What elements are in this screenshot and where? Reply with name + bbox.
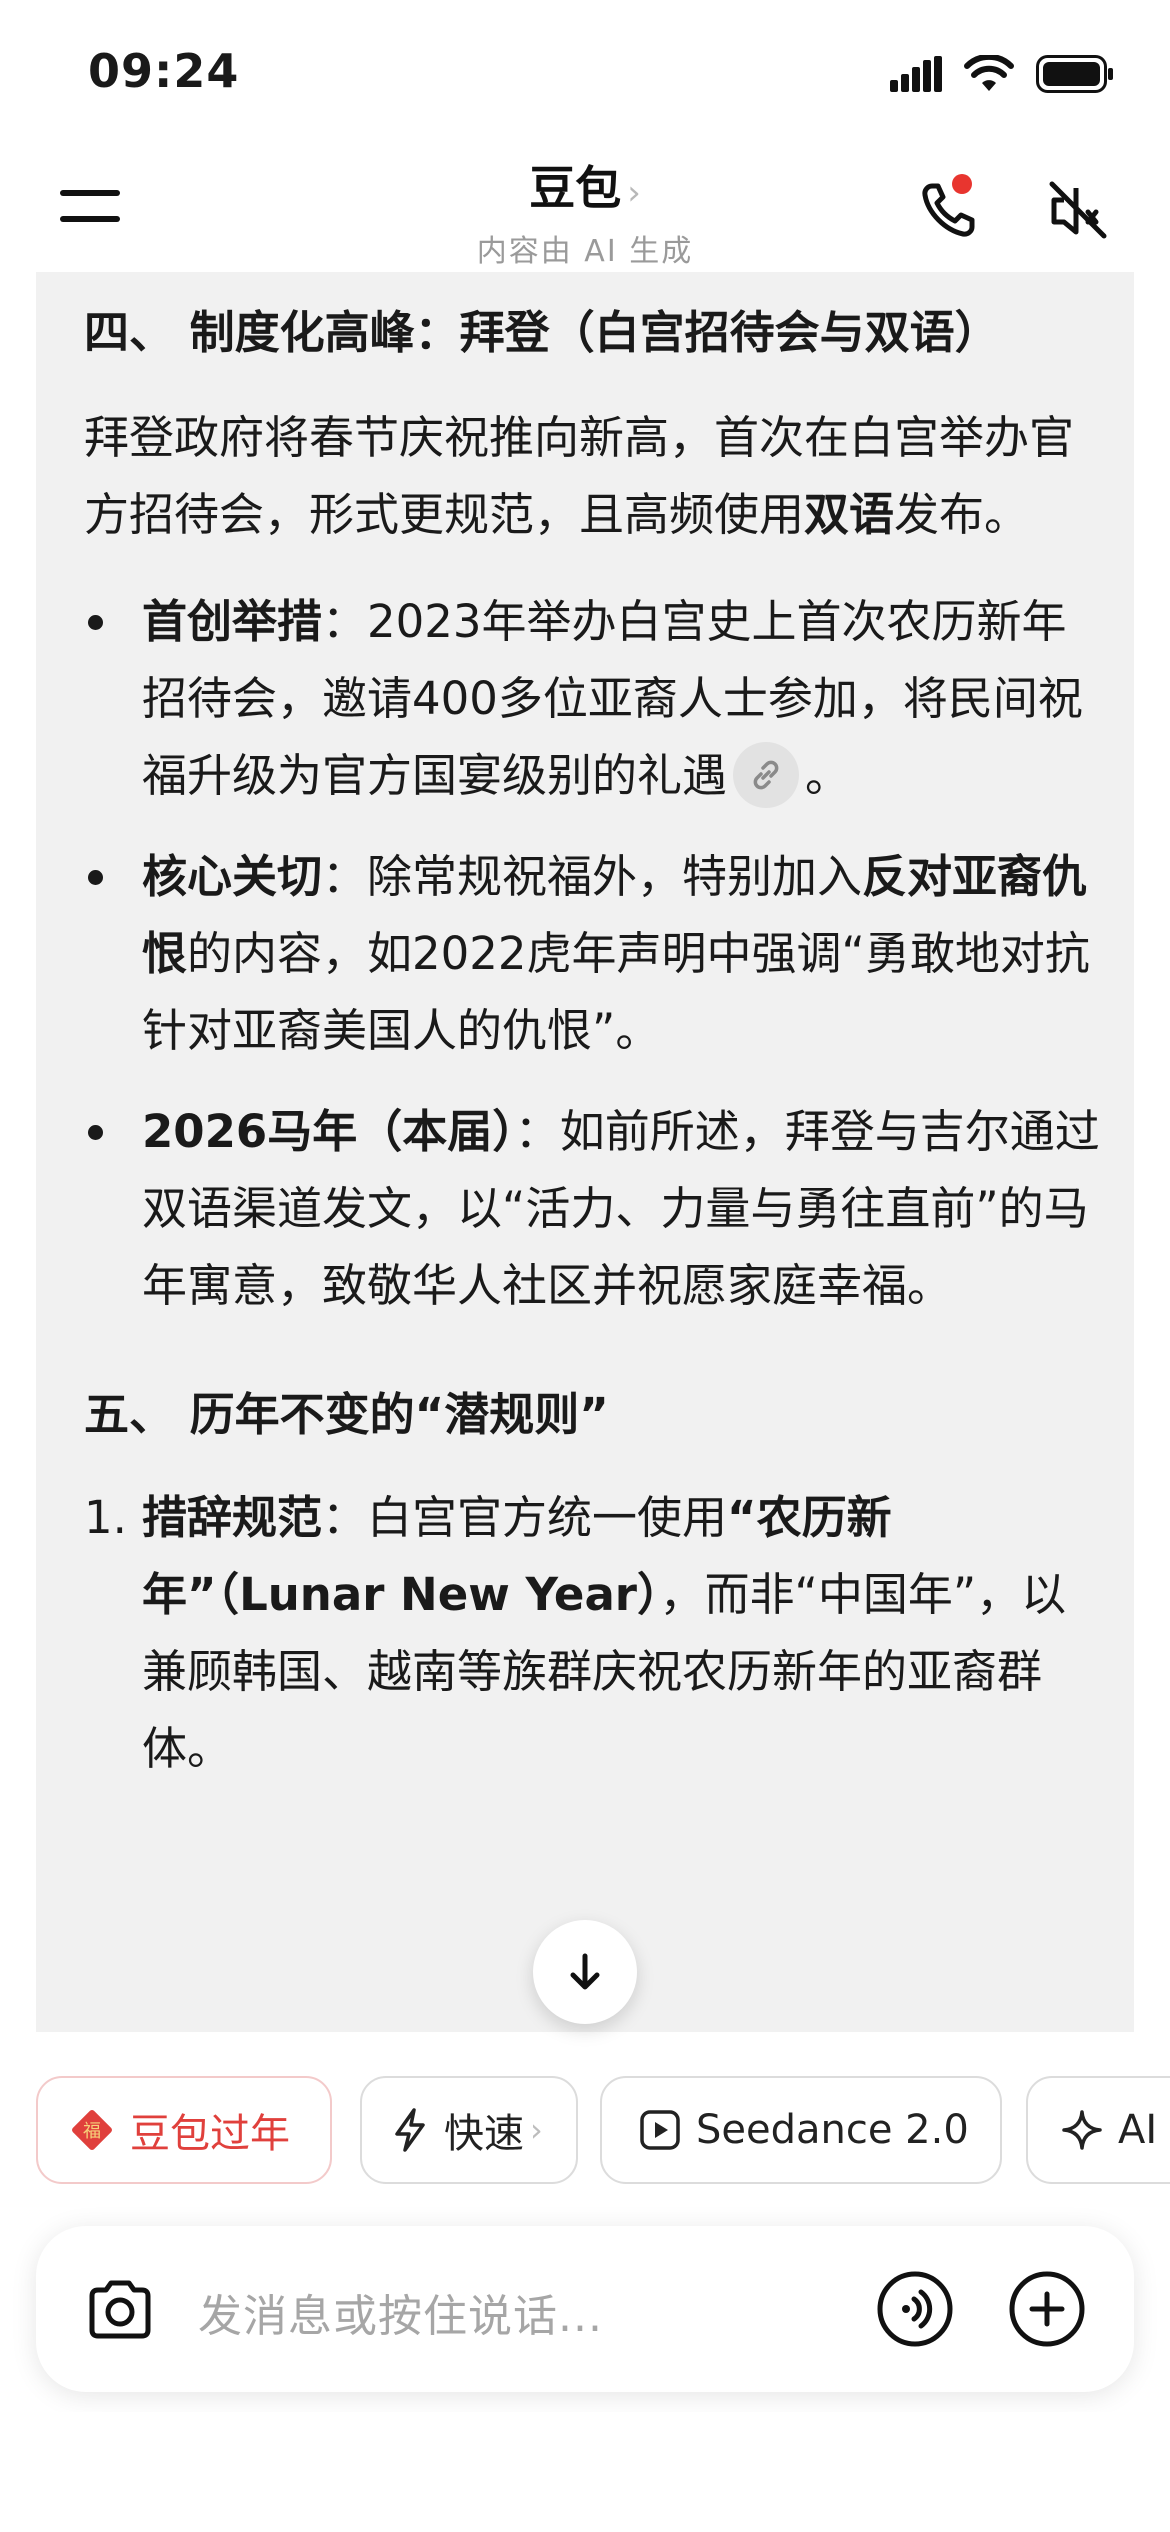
- bullet-dot: [88, 1125, 103, 1140]
- message-input-bar: 发消息或按住说话...: [36, 2226, 1134, 2392]
- item-label: 核心关切: [142, 850, 323, 903]
- list-item: 2026马年（本届）：如前所述，拜登与吉尔通过双语渠道发文，以“活力、力量与勇往…: [84, 1093, 1104, 1324]
- chip-label: AI: [1118, 2107, 1158, 2153]
- video-play-icon: [638, 2108, 682, 2152]
- chip-doubao-new-year[interactable]: 福 豆包过年: [36, 2076, 332, 2184]
- chat-header: 豆包 › 内容由 AI 生成: [0, 140, 1170, 270]
- scroll-to-bottom-button[interactable]: [533, 1920, 637, 2024]
- item-text: 的内容，如2022虎年声明中强调“勇敢地对抗针对亚裔美国人的仇恨”。: [142, 927, 1090, 1057]
- assistant-message: 四、 制度化高峰：拜登（白宫招待会与双语） 拜登政府将春节庆祝推向新高，首次在白…: [36, 272, 1134, 2032]
- section-heading: 四、 制度化高峰：拜登（白宫招待会与双语）: [84, 306, 1000, 359]
- add-icon[interactable]: [1008, 2270, 1086, 2348]
- item-label: 措辞规范: [142, 1491, 323, 1544]
- message-content: 四、 制度化高峰：拜登（白宫招待会与双语） 拜登政府将春节庆祝推向新高，首次在白…: [84, 294, 1104, 1787]
- wifi-icon: [964, 55, 1014, 91]
- fu-icon: 福: [68, 2106, 116, 2154]
- status-time: 09:24: [88, 44, 240, 98]
- item-text: ：白宫官方统一使用: [322, 1491, 728, 1544]
- phone-call-icon[interactable]: [912, 168, 992, 248]
- message-input[interactable]: 发消息或按住说话...: [198, 2280, 603, 2344]
- ai-generated-notice: 内容由 AI 生成: [476, 234, 694, 269]
- chip-label: 豆包过年: [130, 2111, 290, 2157]
- chevron-right-icon: ›: [627, 173, 641, 213]
- item-text: 。: [805, 749, 851, 802]
- paragraph: 拜登政府将春节庆祝推向新高，首次在白宫举办官方招待会，形式更规范，且高频使用双语…: [84, 399, 1104, 553]
- status-bar: 09:24: [0, 0, 1170, 140]
- camera-icon[interactable]: [82, 2272, 158, 2348]
- chip-label: 快速: [444, 2111, 524, 2157]
- bullet-list: 首创举措：2023年举办白宫史上首次农历新年招待会，邀请400多位亚裔人士参加，…: [84, 583, 1104, 1324]
- list-item: 核心关切：除常规祝福外，特别加入反对亚裔仇恨的内容，如2022虎年声明中强调“勇…: [84, 838, 1104, 1069]
- item-label: 2026马年（本届）: [142, 1105, 515, 1158]
- link-icon: [753, 760, 779, 790]
- section-heading: 五、 历年不变的“潜规则”: [84, 1388, 609, 1441]
- paragraph-text: 发布。: [894, 488, 1030, 541]
- chat-title[interactable]: 豆包: [529, 161, 621, 215]
- list-item: 1. 措辞规范：白宫官方统一使用“农历新年”（Lunar New Year），而…: [84, 1479, 1104, 1787]
- home-indicator-area: [0, 2412, 1170, 2532]
- svg-text:福: 福: [83, 2121, 101, 2142]
- source-link-button[interactable]: [733, 742, 800, 808]
- battery-icon: [1036, 55, 1113, 93]
- chat-title-block[interactable]: 豆包 › 内容由 AI 生成: [0, 152, 1170, 270]
- chip-label: Seedance 2.0: [696, 2107, 969, 2153]
- chevron-right-icon: ›: [530, 2111, 543, 2149]
- item-number: 1.: [84, 1491, 127, 1544]
- arrow-down-icon: [570, 1953, 600, 1990]
- cellular-signal-icon: [890, 56, 942, 92]
- bullet-dot: [88, 615, 103, 630]
- numbered-list: 1. 措辞规范：白宫官方统一使用“农历新年”（Lunar New Year），而…: [84, 1479, 1104, 1787]
- status-icons: [890, 52, 1114, 96]
- list-item: 首创举措：2023年举办白宫史上首次农历新年招待会，邀请400多位亚裔人士参加，…: [84, 583, 1104, 814]
- chip-fast-mode[interactable]: 快速 ›: [360, 2076, 578, 2184]
- item-label: 首创举措: [142, 595, 323, 648]
- lightning-icon: [390, 2107, 430, 2153]
- voice-input-icon[interactable]: [876, 2270, 954, 2348]
- quick-action-chips: 福 豆包过年 快速 › Seedance 2.0 AI: [36, 2076, 1170, 2188]
- chip-seedance[interactable]: Seedance 2.0: [600, 2076, 1002, 2184]
- bold-text: 双语: [804, 488, 895, 541]
- bullet-dot: [88, 870, 103, 885]
- sparkle-icon: [1060, 2108, 1104, 2152]
- speaker-mute-icon[interactable]: [1040, 170, 1120, 250]
- chip-ai[interactable]: AI: [1026, 2076, 1170, 2184]
- item-text: ：除常规祝福外，特别加入: [322, 850, 863, 903]
